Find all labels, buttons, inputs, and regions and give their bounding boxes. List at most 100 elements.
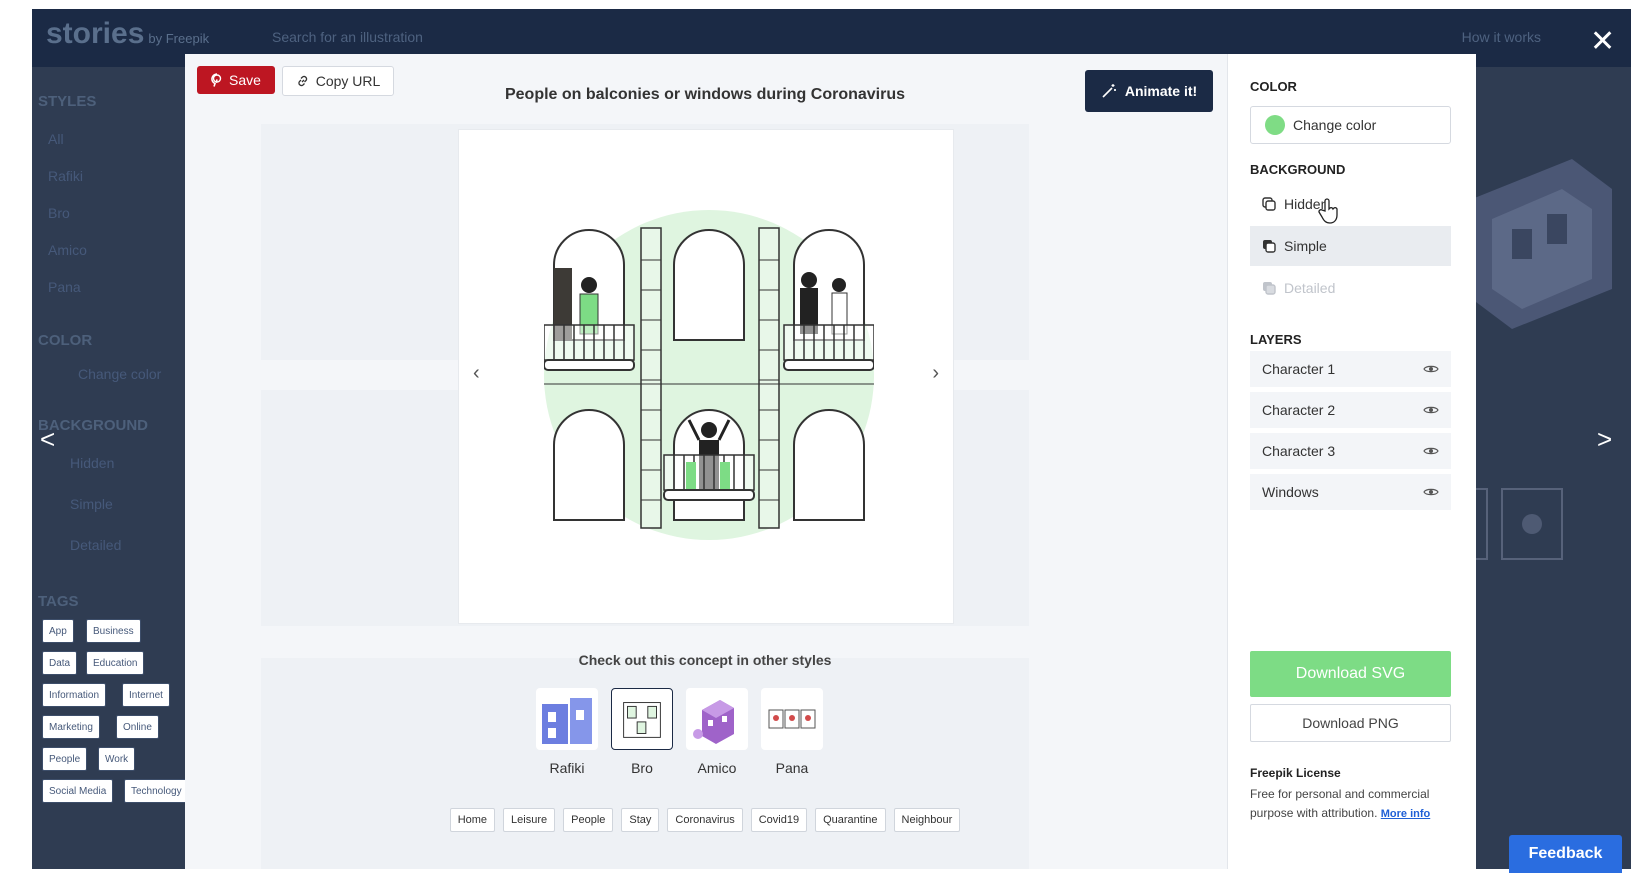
more-info-link[interactable]: More info: [1381, 808, 1431, 820]
bg-style-item: Rafiki: [48, 168, 84, 184]
amico-thumbnail: [693, 700, 734, 744]
eye-icon[interactable]: [1423, 446, 1439, 456]
tag-stay[interactable]: Stay: [621, 808, 660, 832]
illustration-preview: ‹ ›: [458, 129, 954, 624]
feedback-button[interactable]: Feedback: [1509, 835, 1622, 873]
bg-tag: Business: [86, 619, 141, 643]
tag-people[interactable]: People: [563, 808, 614, 832]
hand-cursor-icon: [1318, 198, 1338, 224]
bg-color-heading: COLOR: [38, 332, 93, 349]
bg-style-item: Amico: [48, 242, 87, 258]
download-svg-button[interactable]: Download SVG: [1250, 651, 1451, 697]
bg-tag: App: [42, 619, 74, 643]
layer-label: Character 3: [1262, 443, 1336, 459]
tag-list: Home Leisure People Stay Coronavirus Cov…: [435, 808, 975, 832]
bg-tag: Information: [42, 683, 107, 707]
bg-logo: stories by Freepik: [46, 17, 210, 50]
style-thumb-amico[interactable]: [686, 688, 748, 750]
illustration-title: People on balconies or windows during Co…: [504, 86, 906, 103]
license-text: Free for personal and commercial purpose…: [1250, 785, 1455, 824]
bg-styles-heading: STYLES: [38, 93, 97, 110]
bg-tag: Internet: [122, 683, 170, 707]
bg-style-item: Bro: [48, 205, 70, 221]
bg-tag: Data: [42, 651, 78, 675]
rafiki-thumbnail: [542, 698, 592, 744]
preview-next-arrow[interactable]: ›: [932, 362, 939, 385]
color-heading: COLOR: [1250, 79, 1297, 94]
background-option-hidden[interactable]: Hidden: [1250, 184, 1451, 224]
save-button-label: Save: [229, 72, 261, 88]
tag-covid19[interactable]: Covid19: [750, 808, 808, 832]
style-label-pana[interactable]: Pana: [752, 760, 832, 776]
modal-main: Save Copy URL People on balconies or win…: [185, 54, 1227, 869]
pinterest-icon: [211, 73, 222, 87]
tag-home[interactable]: Home: [449, 808, 496, 832]
preview-prev-arrow[interactable]: ‹: [473, 362, 480, 385]
style-label-rafiki[interactable]: Rafiki: [527, 760, 607, 776]
license-title: Freepik License: [1250, 766, 1341, 780]
bg-tag: Education: [86, 651, 145, 675]
tag-quarantine[interactable]: Quarantine: [815, 808, 886, 832]
save-button[interactable]: Save: [197, 66, 275, 94]
bg-tag: Work: [98, 747, 136, 771]
style-label-bro[interactable]: Bro: [602, 760, 682, 776]
bg-change-color: Change color: [78, 366, 162, 382]
layer-character-1[interactable]: Character 1: [1250, 351, 1451, 387]
tag-neighbour[interactable]: Neighbour: [893, 808, 961, 832]
bg-illustration: [1472, 159, 1612, 329]
style-label-amico[interactable]: Amico: [677, 760, 757, 776]
eye-icon[interactable]: [1423, 364, 1439, 374]
background-heading: BACKGROUND: [1250, 162, 1346, 177]
balconies-illustration: [544, 210, 874, 540]
eye-icon[interactable]: [1423, 405, 1439, 415]
other-styles-heading: Check out this concept in other styles: [578, 652, 832, 668]
pana-thumbnail: [768, 709, 816, 729]
layer-label: Character 2: [1262, 402, 1336, 418]
tag-leisure[interactable]: Leisure: [503, 808, 556, 832]
layers-icon: [1263, 240, 1276, 253]
prev-illustration-arrow[interactable]: <: [40, 424, 55, 455]
magic-wand-icon: [1102, 84, 1116, 98]
layers-icon: [1263, 282, 1276, 295]
bg-tag: Online: [116, 715, 159, 739]
copy-url-label: Copy URL: [315, 73, 381, 89]
layer-windows[interactable]: Windows: [1250, 474, 1451, 510]
download-png-button[interactable]: Download PNG: [1250, 704, 1451, 742]
link-icon: [298, 75, 307, 87]
tag-coronavirus[interactable]: Coronavirus: [667, 808, 743, 832]
bg-sidebar: STYLES All Rafiki Bro Amico Pana COLOR C…: [32, 67, 189, 869]
color-swatch: [1265, 115, 1285, 135]
bro-thumbnail: [623, 702, 661, 738]
bg-tags-heading: TAGS: [38, 593, 79, 610]
background-option-label: Detailed: [1284, 280, 1336, 296]
bg-style-item: All: [48, 131, 64, 147]
layers-heading: LAYERS: [1250, 332, 1302, 347]
background-option-detailed[interactable]: Detailed: [1250, 268, 1451, 308]
bg-bg-option: Simple: [70, 496, 113, 512]
layer-character-3[interactable]: Character 3: [1250, 433, 1451, 469]
background-option-simple[interactable]: Simple: [1250, 226, 1451, 266]
change-color-button[interactable]: Change color: [1250, 106, 1451, 144]
bg-bg-option: Detailed: [70, 537, 122, 553]
style-thumb-rafiki[interactable]: [536, 688, 598, 750]
copy-url-button[interactable]: Copy URL: [282, 66, 394, 96]
bg-tag: Marketing: [42, 715, 100, 739]
bg-style-item: Pana: [48, 279, 81, 295]
eye-icon[interactable]: [1423, 487, 1439, 497]
close-icon[interactable]: ✕: [1590, 27, 1615, 57]
layer-label: Windows: [1262, 484, 1319, 500]
layer-character-2[interactable]: Character 2: [1250, 392, 1451, 428]
page: stories by Freepik Search for an illustra…: [0, 0, 1631, 873]
bg-tag: Technology: [124, 779, 189, 803]
bg-tag: Social Media: [42, 779, 114, 803]
next-illustration-arrow[interactable]: >: [1597, 424, 1612, 455]
change-color-label: Change color: [1293, 117, 1377, 133]
editor-sidebar: COLOR Change color BACKGROUND Hidden Sim…: [1227, 54, 1476, 869]
layer-label: Character 1: [1262, 361, 1336, 377]
style-thumb-pana[interactable]: [761, 688, 823, 750]
style-thumb-bro[interactable]: [611, 688, 673, 750]
animate-button[interactable]: Animate it!: [1085, 70, 1213, 112]
bg-search-placeholder: Search for an illustration: [272, 29, 423, 45]
bg-tag: People: [42, 747, 88, 771]
layers-icon: [1262, 197, 1276, 211]
